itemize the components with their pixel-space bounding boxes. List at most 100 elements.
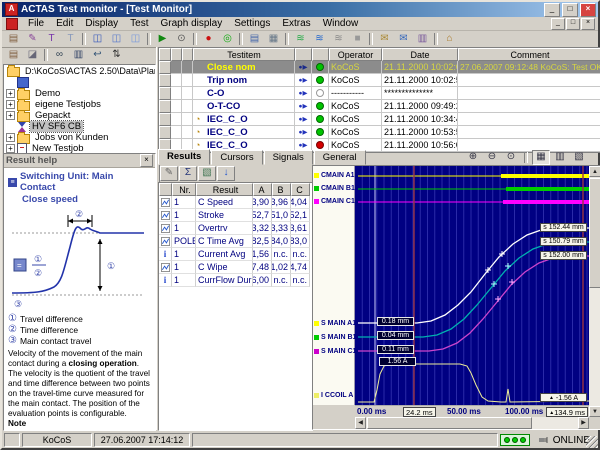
result-row[interactable]: i 1 CurrFlow Dur 76,00 n.c. n.c. [159,274,312,287]
mdi-child-icon[interactable] [6,18,18,30]
menu-edit[interactable]: Edit [50,18,79,29]
maximize-button[interactable]: □ [562,3,578,17]
sort-button[interactable]: ⇅ [107,47,126,63]
result-column-header[interactable]: Result [196,183,253,196]
run-test-button[interactable]: ●▶ [295,74,312,87]
refresh-view-button[interactable]: ◪ [23,47,42,63]
zoom-window-button[interactable]: ▧ [570,150,588,165]
row-selector[interactable] [159,100,171,113]
menu-file[interactable]: File [22,18,50,29]
tree-item[interactable] [4,77,155,88]
minimize-button[interactable]: _ [544,3,560,17]
row-selector[interactable] [159,113,171,126]
transfer-job-button[interactable]: ◫ [88,31,107,47]
graph-edit-button[interactable]: ≋ [329,31,348,47]
tree-item-gepackt[interactable]: + Gepackt [4,110,155,121]
tree-item-eigene-testjobs[interactable]: + eigene Testjobs [4,99,155,110]
signal-label-s-main-c1[interactable]: S MAIN C1 [314,347,356,356]
test-row[interactable]: Close nom ●▶ KoCoS 21.11.2000 10:02:05 2… [159,61,600,74]
up-level-button[interactable]: ↩ [88,47,107,63]
menu-window[interactable]: Window [317,18,365,29]
cursor1-time-box[interactable]: 24.2 ms [403,407,436,417]
result-row[interactable]: i 1 Stroke 152,7 151,0 152,1 [159,209,312,222]
result-row[interactable]: i POLE C Time Avg 82,5 84,0 83,0 [159,235,312,248]
test-row[interactable]: ◔IEC_C_O ●▶ KoCoS 21.11.2000 10:53:53 [159,126,600,139]
vertical-scrollbar[interactable]: ▲ ▼ [589,166,600,417]
folder-view-button[interactable]: ▤ [4,47,23,63]
edit-results-button[interactable]: ✎ [160,166,178,181]
tab-signals[interactable]: Signals [264,150,313,165]
sync-mail-button[interactable]: ✉ [394,31,413,47]
expander-icon[interactable]: + [6,133,15,142]
signal-label-s-main-b1[interactable]: S MAIN B1 [314,333,356,342]
edit-plant-button[interactable]: ✎ [23,31,42,47]
testitem-column-header[interactable]: Testitem [193,48,295,61]
plant-tree[interactable]: D:\KoCoS\ACTAS 2.50\Data\Plants\ + Demo … [3,64,156,158]
row-selector[interactable] [159,126,171,139]
zoom-reset-button[interactable]: ⊙ [502,150,520,165]
cursor2-time-box[interactable]: ▲134.9 ms [546,407,588,417]
result-row[interactable]: i 1 Overtrv 3,32 3,33 3,61 [159,222,312,235]
zoom-in-button[interactable]: ⊕ [464,150,482,165]
horizontal-scrollbar[interactable]: ◀ ▶ [355,417,589,429]
expander-icon[interactable]: + [6,89,15,98]
zoom-out-button[interactable]: ⊖ [483,150,501,165]
print-button[interactable]: ▦ [264,31,283,47]
signal-label-cmain-c1[interactable]: CMAIN C1 [314,197,355,206]
menu-display[interactable]: Display [79,18,124,29]
help-close-button[interactable]: × [140,154,153,167]
expander-icon[interactable]: + [6,111,15,120]
graph-display-2-button[interactable]: ≋ [310,31,329,47]
test-row[interactable]: O-T-CO ●▶ KoCoS 21.11.2000 09:49:24 [159,100,600,113]
device-online-button[interactable]: ◎ [218,31,237,47]
date-column-header[interactable]: Date [382,48,458,61]
menu-settings[interactable]: Settings [228,18,276,29]
exit-button[interactable]: ⌂ [440,31,459,47]
result-row[interactable]: i 1 C Wipe 47,48 41,02 44,74 [159,261,312,274]
assessment-graph-button[interactable]: ▧ [198,166,216,181]
signal-list-button[interactable]: ▥ [551,150,569,165]
expander-icon[interactable]: + [6,100,15,109]
run-test-button[interactable]: ●▶ [295,113,312,126]
signal-label-s-main-a1[interactable]: S MAIN A1 [314,319,356,328]
archive-job-button[interactable]: ◫ [126,31,145,47]
tab-results[interactable]: Results [158,149,210,165]
child-restore-button[interactable]: □ [566,18,580,30]
statistics-button[interactable]: Σ [179,166,197,181]
result-row[interactable]: i 1 C Speed 3,90 3,96 4,04 [159,196,312,209]
signal-label-cmain-b1[interactable]: CMAIN B1 [314,184,355,193]
child-minimize-button[interactable]: _ [551,18,565,30]
run-test-button[interactable]: ●▶ [295,61,312,74]
graph-display-1-button[interactable]: ≋ [291,31,310,47]
row-selector[interactable] [159,87,171,100]
stop-button[interactable]: ■ [348,31,367,47]
open-plant-button[interactable]: ▤ [4,31,23,47]
test-row[interactable]: Trip nom ●▶ KoCoS 21.11.2000 10:02:55 [159,74,600,87]
export-results-button[interactable]: ↓ [217,166,235,181]
properties-button[interactable]: ▥ [69,47,88,63]
signal-label-i-ccoil-a[interactable]: I CCOIL A [314,391,353,400]
tab-cursors[interactable]: Cursors [211,150,262,165]
start-test-button[interactable]: ▶ [153,31,172,47]
tree-item-hv-sf6-cb[interactable]: HV SF6 CB [4,121,155,132]
run-test-button[interactable]: ●▶ [295,100,312,113]
new-testjob-button[interactable]: T [42,31,61,47]
menu-extras[interactable]: Extras [276,18,316,29]
run-test-button[interactable]: ●▶ [295,87,312,100]
send-mail-button[interactable]: ✉ [375,31,394,47]
test-row[interactable]: ◔IEC_C_O ●▶ KoCoS 21.11.2000 10:34:40 [159,113,600,126]
menu-test[interactable]: Test [124,18,154,29]
a-column-header[interactable]: A [253,183,272,196]
row-selector[interactable] [159,61,171,74]
child-close-button[interactable]: × [581,18,595,30]
result-row[interactable]: i 1 Current Avg 1,56 n.c. n.c. [159,248,312,261]
receive-job-button[interactable]: ◫ [107,31,126,47]
report-button[interactable]: ▤ [245,31,264,47]
tree-item-jobs-von-kunden[interactable]: + Jobs von Kunden [4,132,155,143]
test-row[interactable]: C-O ●▶ ----------- ************** [159,87,600,100]
tab-general[interactable]: General [314,150,366,165]
find-button[interactable]: ∞ [50,47,69,63]
preview-test-button[interactable]: ⊙ [172,31,191,47]
tree-item-demo[interactable]: + Demo [4,88,155,99]
close-button[interactable]: × [580,3,596,17]
